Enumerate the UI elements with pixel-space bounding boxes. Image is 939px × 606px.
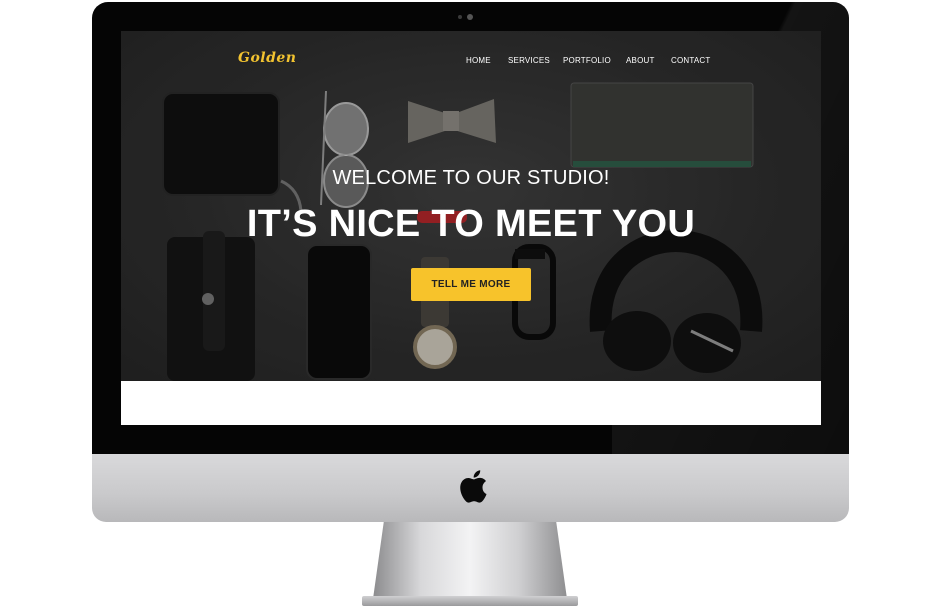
monitor-stand bbox=[372, 522, 568, 606]
nav-home-link[interactable]: HOME bbox=[466, 56, 491, 65]
tell-me-more-button[interactable]: TELL ME MORE bbox=[411, 268, 531, 301]
monitor-stand-base bbox=[362, 596, 578, 606]
top-navigation: HOME SERVICES PORTFOLIO ABOUT CONTACT bbox=[121, 56, 821, 70]
nav-about-link[interactable]: ABOUT bbox=[626, 56, 655, 65]
hero-section: Golden HOME SERVICES PORTFOLIO ABOUT CON… bbox=[121, 31, 821, 381]
camera-icon bbox=[467, 14, 473, 20]
screen: Golden HOME SERVICES PORTFOLIO ABOUT CON… bbox=[121, 31, 821, 425]
camera-sensor-icon bbox=[458, 15, 462, 19]
hero-subtitle: WELCOME TO OUR STUDIO! bbox=[332, 167, 610, 189]
hero-headline: IT’S NICE TO MEET YOU bbox=[246, 203, 696, 245]
nav-services-link[interactable]: SERVICES bbox=[508, 56, 550, 65]
nav-portfolio-link[interactable]: PORTFOLIO bbox=[563, 56, 611, 65]
nav-contact-link[interactable]: CONTACT bbox=[671, 56, 710, 65]
apple-logo-icon bbox=[460, 470, 487, 503]
